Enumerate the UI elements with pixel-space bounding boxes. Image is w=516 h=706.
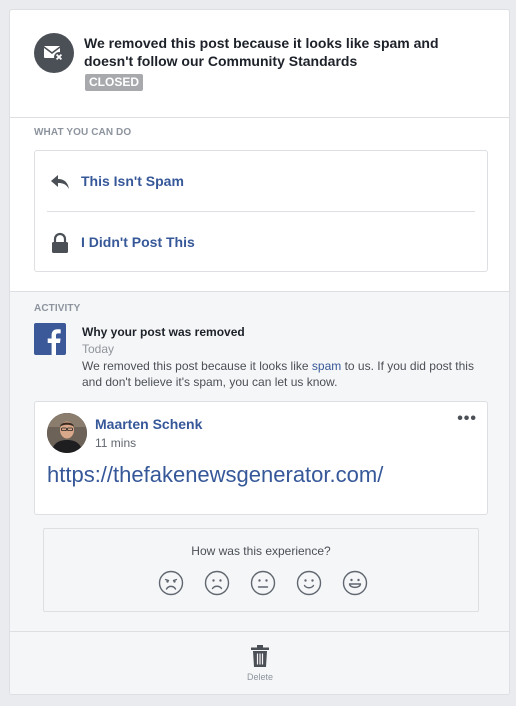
delete-label: Delete: [246, 672, 273, 682]
this-isnt-spam-button[interactable]: This Isn't Spam: [35, 151, 487, 211]
action-label: This Isn't Spam: [81, 173, 184, 189]
smile-face-icon[interactable]: [296, 570, 322, 596]
i-didnt-post-this-button[interactable]: I Didn't Post This: [35, 212, 487, 272]
spam-link[interactable]: spam: [312, 359, 341, 373]
notice-text-before: We removed this post because it looks li…: [82, 359, 312, 373]
more-options-button[interactable]: •••: [457, 410, 477, 428]
happy-face-icon[interactable]: [342, 570, 368, 596]
removed-post: Maarten Schenk 11 mins ••• https://thefa…: [34, 401, 488, 515]
removal-header: We removed this post because it looks li…: [10, 10, 509, 118]
post-author[interactable]: Maarten Schenk: [95, 416, 202, 432]
footer-bar: Delete: [10, 631, 509, 694]
lock-icon: [49, 232, 71, 254]
neutral-face-icon[interactable]: [250, 570, 276, 596]
post-link[interactable]: https://thefakenewsgenerator.com/: [47, 462, 383, 488]
experience-feedback: How was this experience?: [43, 528, 479, 612]
removal-title: We removed this post because it looks li…: [84, 35, 439, 69]
envelope-x-icon: [34, 33, 74, 73]
post-timestamp[interactable]: 11 mins: [95, 436, 136, 450]
facebook-logo-icon: [34, 323, 66, 355]
notice-text: We removed this post because it looks li…: [82, 358, 482, 390]
activity-section: ACTIVITY Why your post was removed Today…: [10, 291, 509, 631]
actions-box: This Isn't Spam I Didn't Post This: [34, 150, 488, 272]
section-label-what-you-can-do: WHAT YOU CAN DO: [34, 127, 132, 138]
notice-date: Today: [82, 342, 115, 356]
avatar[interactable]: [47, 413, 87, 453]
sad-face-icon[interactable]: [204, 570, 230, 596]
feedback-options: [158, 570, 368, 596]
delete-button[interactable]: Delete: [238, 644, 282, 688]
trash-icon: [251, 645, 269, 667]
removed-post-card: We removed this post because it looks li…: [9, 9, 510, 695]
notice-title: Why your post was removed: [82, 325, 245, 339]
section-label-activity: ACTIVITY: [34, 303, 81, 314]
reply-arrow-icon: [49, 171, 71, 193]
feedback-question: How was this experience?: [191, 544, 331, 558]
status-badge: CLOSED: [85, 74, 144, 91]
action-label: I Didn't Post This: [81, 234, 195, 250]
very-sad-face-icon[interactable]: [158, 570, 184, 596]
